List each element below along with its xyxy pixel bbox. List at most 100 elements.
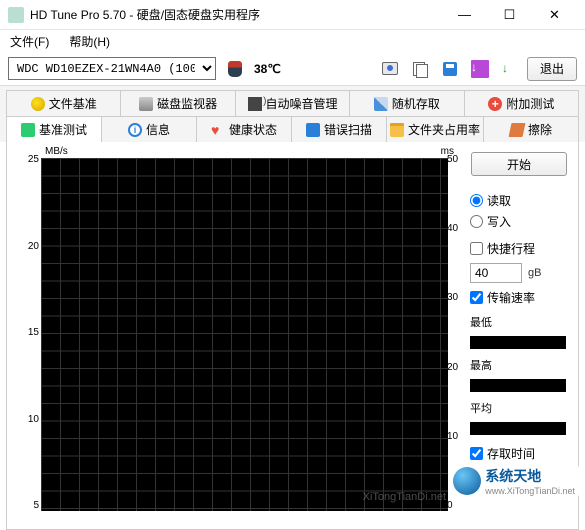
chart-grid xyxy=(41,158,448,511)
menu-help[interactable]: 帮助(H) xyxy=(65,31,114,52)
tab-benchmark[interactable]: 基准测试 xyxy=(6,116,102,142)
tab-label: 错误扫描 xyxy=(324,121,372,138)
y-tick: 5 xyxy=(17,500,39,511)
tab-folder-usage[interactable]: 文件夹占用率 xyxy=(387,116,484,142)
menu-file[interactable]: 文件(F) xyxy=(6,31,53,52)
folder-usage-icon xyxy=(390,123,404,137)
radio-write-label: 写入 xyxy=(487,213,511,230)
radio-read-input[interactable] xyxy=(470,194,483,207)
window-title: HD Tune Pro 5.70 - 硬盘/固态硬盘实用程序 xyxy=(30,6,442,23)
tab-label: 磁盘监视器 xyxy=(157,95,217,112)
tabs-row-2: 基准测试 i 信息 ♥ 健康状态 错误扫描 文件夹占用率 擦除 xyxy=(0,116,585,142)
erase-icon xyxy=(509,123,526,137)
tab-info[interactable]: i 信息 xyxy=(102,116,197,142)
tabs-row-1: 文件基准 磁盘监视器 自动噪音管理 随机存取 + 附加测试 xyxy=(0,86,585,116)
toolbar: WDC WD10EZEX-21WN4A0 (1000 gB) 38℃ ↓ ↓ 退… xyxy=(0,52,585,86)
radio-read-label: 读取 xyxy=(487,192,511,209)
stat-max-label: 最高 xyxy=(470,357,568,373)
disk-monitor-icon xyxy=(139,97,153,111)
info-icon: i xyxy=(128,123,142,137)
site-logo: 系统天地 www.XiTongTianDi.net xyxy=(449,464,579,498)
radio-write-input[interactable] xyxy=(470,215,483,228)
tab-erase[interactable]: 擦除 xyxy=(484,116,579,142)
transfer-rate-checkbox[interactable]: 传输速率 xyxy=(470,289,568,306)
benchmark-icon xyxy=(21,123,35,137)
short-stroke-row: gB xyxy=(470,263,568,283)
titlebar: HD Tune Pro 5.70 - 硬盘/固态硬盘实用程序 — ☐ ✕ xyxy=(0,0,585,30)
tab-error-scan[interactable]: 错误扫描 xyxy=(292,116,387,142)
app-icon xyxy=(8,7,24,23)
copy-icon[interactable] xyxy=(409,58,431,80)
r-tick: 10 xyxy=(447,431,467,442)
chart-ylabel: MB/s xyxy=(45,146,68,157)
exit-button[interactable]: 退出 xyxy=(527,57,577,81)
options-icon[interactable]: ↓ xyxy=(469,58,491,80)
stat-avg-label: 平均 xyxy=(470,400,568,416)
error-scan-icon xyxy=(306,123,320,137)
tab-label: 基准测试 xyxy=(39,121,87,138)
mode-radio-group: 读取 写入 xyxy=(470,188,568,234)
transfer-rate-label: 传输速率 xyxy=(487,289,535,306)
r-tick: 30 xyxy=(447,292,467,303)
short-stroke-value[interactable] xyxy=(470,263,522,283)
chart-right-axis: 50 40 30 20 10 0 xyxy=(447,154,467,511)
short-stroke-unit: gB xyxy=(528,267,541,279)
y-tick: 20 xyxy=(17,241,39,252)
y-tick: 25 xyxy=(17,154,39,165)
logo-text: 系统天地 www.XiTongTianDi.net xyxy=(485,466,575,496)
tab-label: 信息 xyxy=(146,121,170,138)
tab-random-access[interactable]: 随机存取 xyxy=(350,90,464,116)
chart: MB/s ms 252015105 50403020100 XiTongTian… xyxy=(13,142,464,523)
tab-label: 随机存取 xyxy=(392,95,440,112)
extra-tests-icon: + xyxy=(488,97,502,111)
y-tick: 10 xyxy=(17,414,39,425)
refresh-icon[interactable]: ↓ xyxy=(499,58,521,80)
tab-file-bench[interactable]: 文件基准 xyxy=(6,90,121,116)
temperature-icon xyxy=(224,58,246,80)
tab-label: 附加测试 xyxy=(506,95,554,112)
tab-extra-tests[interactable]: + 附加测试 xyxy=(465,90,579,116)
transfer-rate-input[interactable] xyxy=(470,291,483,304)
r-tick: 0 xyxy=(447,500,467,511)
tab-label: 擦除 xyxy=(528,121,552,138)
maximize-button[interactable]: ☐ xyxy=(487,1,532,29)
stat-avg-value xyxy=(470,422,566,435)
tab-label: 文件基准 xyxy=(49,95,97,112)
temperature-value: 38℃ xyxy=(254,62,281,76)
r-tick: 50 xyxy=(447,154,467,165)
minimize-button[interactable]: — xyxy=(442,1,487,29)
access-time-checkbox[interactable]: 存取时间 xyxy=(470,445,568,462)
tab-disk-monitor[interactable]: 磁盘监视器 xyxy=(121,90,235,116)
y-tick: 15 xyxy=(17,327,39,338)
r-tick: 40 xyxy=(447,223,467,234)
stat-max-value xyxy=(470,379,566,392)
noise-mgmt-icon xyxy=(248,97,262,111)
screenshot-icon[interactable] xyxy=(379,58,401,80)
r-tick: 20 xyxy=(447,362,467,373)
short-stroke-label: 快捷行程 xyxy=(487,240,535,257)
drive-select[interactable]: WDC WD10EZEX-21WN4A0 (1000 gB) xyxy=(8,57,216,80)
stat-min-label: 最低 xyxy=(470,314,568,330)
window-controls: — ☐ ✕ xyxy=(442,1,577,29)
short-stroke-input[interactable] xyxy=(470,242,483,255)
chart-y-axis: 25 20 15 10 5 xyxy=(17,154,39,511)
tab-noise-mgmt[interactable]: 自动噪音管理 xyxy=(236,90,350,116)
short-stroke-checkbox[interactable]: 快捷行程 xyxy=(470,240,568,257)
tab-label: 健康状态 xyxy=(229,121,277,138)
radio-read[interactable]: 读取 xyxy=(470,192,568,209)
tab-label: 自动噪音管理 xyxy=(266,95,338,112)
tab-health[interactable]: ♥ 健康状态 xyxy=(197,116,292,142)
access-time-input[interactable] xyxy=(470,447,483,460)
logo-ball-icon xyxy=(453,467,481,495)
health-icon: ♥ xyxy=(211,123,225,137)
save-icon[interactable] xyxy=(439,58,461,80)
radio-write[interactable]: 写入 xyxy=(470,213,568,230)
start-button[interactable]: 开始 xyxy=(471,152,567,176)
stat-min-value xyxy=(470,336,566,349)
menubar: 文件(F) 帮助(H) xyxy=(0,30,585,52)
close-button[interactable]: ✕ xyxy=(532,1,577,29)
random-access-icon xyxy=(374,97,388,111)
file-bench-icon xyxy=(31,97,45,111)
access-time-label: 存取时间 xyxy=(487,445,535,462)
tab-label: 文件夹占用率 xyxy=(408,121,480,138)
